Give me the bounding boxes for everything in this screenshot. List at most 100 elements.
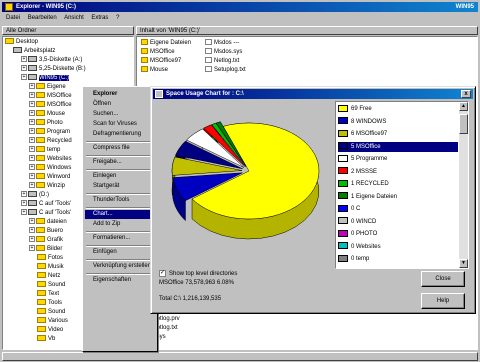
tree-item[interactable]: + (D:) [21, 191, 49, 200]
tree-item[interactable]: + Recycled [29, 137, 72, 146]
scroll-thumb[interactable] [459, 114, 468, 134]
tree-item[interactable]: + Buero [29, 227, 63, 236]
expand-icon[interactable]: + [29, 155, 35, 162]
tree-item[interactable]: + MSOffice [29, 92, 72, 101]
tree-item[interactable]: Desktop [5, 38, 38, 47]
menu-extras[interactable]: Extras [91, 15, 108, 21]
dialog-title-bar[interactable]: Space Usage Chart for : C:\ x [153, 89, 473, 99]
expand-icon[interactable]: + [21, 191, 27, 198]
expand-icon[interactable]: + [29, 218, 35, 225]
expand-icon[interactable]: + [21, 209, 27, 216]
menu-ansicht[interactable]: Ansicht [64, 15, 84, 21]
tree-item[interactable]: + Bilder [29, 245, 62, 254]
file-item[interactable]: Mouse [141, 66, 168, 74]
tree-item[interactable]: + Program [29, 128, 70, 137]
expand-icon[interactable]: + [29, 110, 35, 117]
tree-item[interactable]: +3,5-Diskette (A:) [21, 56, 82, 65]
legend-item[interactable]: 0 C [338, 204, 458, 214]
context-menu-item[interactable]: Freigabe... [85, 158, 155, 167]
expand-icon[interactable]: + [21, 56, 27, 63]
legend-item[interactable]: 0 Websites [338, 242, 458, 252]
tree-item[interactable]: + C auf 'Tools' [21, 209, 71, 218]
help-button[interactable]: Help [421, 293, 465, 309]
tree-item[interactable]: Netz [37, 272, 60, 281]
context-menu-item[interactable]: Suchen... [85, 110, 155, 119]
legend-list[interactable]: 69 Free 8 WINDOWS 6 MSOffice97 5 MSOffice 5 … [335, 101, 469, 269]
tree-item[interactable]: Video [37, 326, 63, 335]
expand-icon[interactable]: + [29, 164, 35, 171]
tree-item[interactable]: + temp [29, 146, 60, 155]
legend-item[interactable]: 5 Programme [338, 154, 458, 164]
expand-icon[interactable]: + [29, 236, 35, 243]
context-menu-item[interactable]: Verknüpfung erstellen [85, 262, 155, 271]
context-menu-item[interactable]: Chart... [85, 210, 155, 219]
context-menu-item[interactable]: Scan for Viruses [85, 120, 155, 129]
legend-item[interactable]: 0 PHOTO [338, 229, 458, 239]
file-item[interactable]: Netlog.txt [205, 57, 239, 65]
tree-item[interactable]: + Photo [29, 119, 63, 128]
expand-icon[interactable]: + [29, 101, 35, 108]
file-item[interactable]: MSOffice [141, 48, 175, 56]
expand-icon[interactable]: + [29, 245, 35, 252]
tree-item[interactable]: + Winword [29, 173, 70, 182]
tree-item[interactable]: + MSOffice [29, 101, 72, 110]
expand-icon[interactable]: + [29, 227, 35, 234]
context-menu-item[interactable]: Einfügen [85, 248, 155, 257]
expand-icon[interactable]: + [29, 182, 35, 189]
tree-item[interactable]: Text [37, 290, 59, 299]
legend-item[interactable]: 5 MSOffice [337, 140, 459, 153]
legend-item[interactable]: 2 MSSSE [338, 167, 458, 177]
expand-icon[interactable]: + [29, 92, 35, 99]
file-item[interactable]: Msdos.sys [205, 48, 242, 56]
tree-item[interactable]: Musik [37, 263, 64, 272]
context-menu-item[interactable]: Defragmentierung [85, 130, 155, 139]
context-menu-item[interactable]: Einlegen [85, 172, 155, 181]
legend-item[interactable]: 0 WINCD [338, 217, 458, 227]
tree-item[interactable]: + Winzip [29, 182, 65, 191]
context-menu-item[interactable]: Compress file [85, 144, 155, 153]
tree-item[interactable]: + WIN95 (C:) [21, 74, 69, 83]
expand-icon[interactable]: + [29, 146, 35, 153]
expand-icon[interactable]: + [29, 173, 35, 180]
tree-item[interactable]: Various [37, 317, 68, 326]
context-menu-item[interactable]: Formatieren... [85, 234, 155, 243]
expand-icon[interactable]: + [21, 65, 27, 72]
tree-item[interactable]: Sound [37, 281, 65, 290]
expand-icon[interactable]: + [21, 74, 27, 81]
close-icon[interactable]: x [461, 90, 471, 98]
show-top-level-checkbox[interactable]: ✓ Show top level directories [159, 269, 237, 279]
expand-icon[interactable]: + [21, 200, 27, 207]
context-menu-item[interactable]: Öffnen [85, 100, 155, 109]
expand-icon[interactable]: + [29, 119, 35, 126]
context-menu-item[interactable]: ThunderTools [85, 196, 155, 205]
file-item[interactable]: Setuplog.txt [205, 66, 246, 74]
tree-item[interactable]: Sound [37, 308, 65, 317]
context-menu-item[interactable]: Explorer [85, 90, 155, 99]
context-menu-item[interactable]: Startgerät [85, 182, 155, 191]
legend-item[interactable]: 1 RECYCLED [338, 179, 458, 189]
menu-bearbeiten[interactable]: Bearbeiten [28, 15, 57, 21]
title-bar[interactable]: Explorer - WIN95 (C:) WIN95 [2, 2, 478, 12]
tree-item[interactable]: + Windows [29, 164, 71, 173]
context-menu-item[interactable]: Add to Zip [85, 220, 155, 229]
scroll-up-icon[interactable]: ▲ [459, 102, 468, 111]
tree-item[interactable]: Vb [37, 335, 55, 344]
tree-item[interactable]: + Grafik [29, 236, 63, 245]
tree-item[interactable]: Fotos [37, 254, 63, 263]
tree-item[interactable]: +5,25-Diskette (B:) [21, 65, 86, 74]
tree-item[interactable]: + dateien [29, 218, 67, 227]
file-item[interactable]: Eigene Dateien [141, 39, 191, 47]
close-button[interactable]: Close [421, 271, 465, 287]
menu-datei[interactable]: Datei [6, 15, 20, 21]
tree-item[interactable]: + Websites [29, 155, 72, 164]
tree-item[interactable]: + Eigene [29, 83, 66, 92]
file-item[interactable]: MSOffice97 [141, 57, 181, 65]
pie-chart[interactable] [159, 105, 323, 251]
tree-item[interactable]: Arbeitsplatz [13, 47, 55, 56]
checkbox-box[interactable]: ✓ [159, 269, 166, 277]
expand-icon[interactable]: + [29, 128, 35, 135]
scroll-down-icon[interactable]: ▼ [459, 259, 468, 268]
menu-help[interactable]: ? [116, 15, 119, 21]
tree-item[interactable]: + C auf 'Tools' [21, 200, 71, 209]
legend-item[interactable]: 1 Eigene Dateien [338, 192, 458, 202]
